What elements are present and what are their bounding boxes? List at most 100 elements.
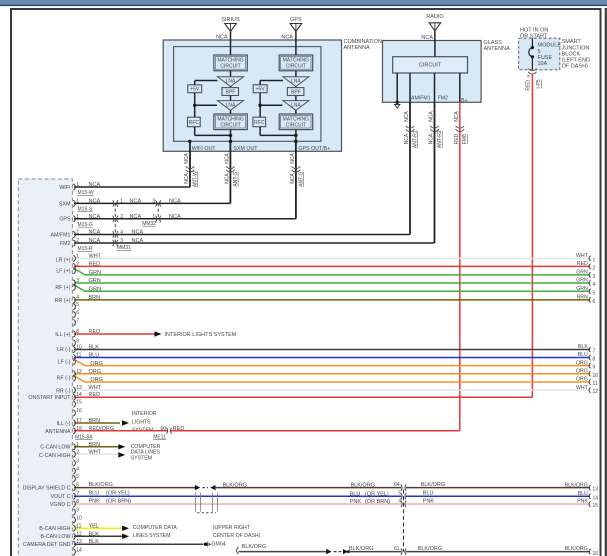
svg-text:NCA: NCA [225, 153, 231, 164]
svg-text:12: 12 [593, 389, 599, 395]
svg-text:FM2: FM2 [60, 241, 71, 247]
svg-text:10: 10 [593, 373, 599, 379]
svg-text:LNA: LNA [291, 102, 301, 108]
svg-text:GRN: GRN [89, 270, 101, 276]
svg-text:RR (+): RR (+) [55, 298, 71, 304]
svg-text:ANT-G: ANT-G [298, 171, 304, 186]
svg-text:BLU: BLU [350, 491, 361, 497]
svg-text:ORG: ORG [90, 361, 103, 367]
svg-text:M15-8A: M15-8A [75, 435, 93, 441]
svg-text:GRN: GRN [576, 278, 588, 284]
svg-text:NCA: NCA [132, 238, 144, 244]
svg-text:CIRCUIT: CIRCUIT [220, 64, 240, 70]
svg-text:1: 1 [76, 442, 79, 448]
svg-text:BLK/ORG: BLK/ORG [349, 546, 373, 552]
svg-text:+5V: +5V [190, 87, 200, 93]
svg-text:ONSTART INPUT: ONSTART INPUT [28, 395, 71, 401]
svg-text:VGND C: VGND C [50, 502, 71, 508]
svg-text:RR (-): RR (-) [56, 388, 71, 394]
svg-text:RED: RED [89, 261, 101, 267]
svg-text:5: 5 [76, 302, 79, 308]
svg-text:AM/FM1: AM/FM1 [411, 96, 431, 102]
svg-text:4: 4 [593, 282, 596, 288]
svg-text:5: 5 [538, 49, 541, 55]
svg-text:11: 11 [76, 523, 81, 529]
svg-text:13: 13 [76, 539, 82, 545]
svg-text:2: 2 [593, 266, 596, 272]
svg-text:LNA: LNA [226, 102, 236, 108]
svg-text:RFC: RFC [254, 120, 265, 126]
svg-text:NCA: NCA [169, 198, 181, 204]
svg-text:5: 5 [76, 474, 79, 480]
svg-text:ORG: ORG [576, 369, 588, 375]
svg-text:3: 3 [593, 274, 596, 280]
svg-text:WHT: WHT [576, 253, 589, 259]
svg-text:GPS: GPS [290, 17, 302, 23]
svg-text:NCA: NCA [290, 153, 296, 164]
svg-text:5: 5 [398, 491, 401, 497]
svg-text:LR (-): LR (-) [57, 347, 71, 353]
svg-text:9: 9 [593, 365, 596, 371]
svg-text:BLK: BLK [89, 539, 100, 545]
svg-text:WHT: WHT [89, 449, 102, 455]
svg-text:DISPLAY SHIELD C: DISPLAY SHIELD C [23, 486, 71, 492]
svg-text:M15-W: M15-W [78, 190, 94, 196]
svg-text:BLK/ORG: BLK/ORG [89, 482, 113, 488]
svg-text:7: 7 [593, 349, 596, 355]
svg-text:ME11: ME11 [153, 435, 166, 441]
svg-text:M15-S: M15-S [78, 207, 93, 213]
svg-text:PNK: PNK [89, 499, 101, 505]
svg-text:RF (-): RF (-) [57, 376, 71, 382]
svg-text:4: 4 [120, 230, 123, 236]
svg-text:NCA: NCA [404, 111, 410, 122]
svg-text:BLK/ORG: BLK/ORG [421, 482, 445, 488]
svg-text:AM/FM1: AM/FM1 [50, 232, 70, 238]
svg-text:BRN: BRN [577, 295, 588, 301]
svg-text:15: 15 [593, 503, 599, 509]
svg-text:WIFI: WIFI [59, 185, 70, 191]
svg-text:1: 1 [152, 214, 155, 220]
svg-text:LF (-): LF (-) [58, 360, 71, 366]
svg-text:2: 2 [120, 214, 123, 220]
svg-text:1: 1 [593, 258, 596, 264]
svg-text:17: 17 [76, 418, 82, 424]
svg-text:2: 2 [76, 449, 79, 455]
svg-text:(UPPER RIGHT: (UPPER RIGHT [213, 525, 251, 531]
svg-text:61: 61 [394, 546, 400, 552]
svg-text:GPS: GPS [59, 217, 71, 223]
svg-text:I-P5: I-P5 [536, 79, 542, 88]
svg-text:NCA: NCA [404, 133, 410, 144]
svg-text:(OR BRN): (OR BRN) [365, 499, 390, 505]
svg-text:4: 4 [76, 466, 79, 472]
svg-text:FM2: FM2 [438, 96, 448, 102]
svg-text:ORG: ORG [90, 377, 103, 383]
svg-text:NCA: NCA [454, 111, 460, 122]
svg-text:BLK: BLK [89, 345, 100, 351]
svg-text:NCA: NCA [429, 111, 435, 122]
svg-text:LF (+): LF (+) [56, 269, 71, 275]
svg-text:ANT-R2: ANT-R2 [437, 130, 443, 148]
svg-text:1: 1 [76, 253, 79, 259]
svg-text:NCA: NCA [184, 153, 190, 164]
svg-text:WHT: WHT [89, 385, 102, 391]
svg-text:12: 12 [76, 531, 82, 537]
svg-text:SXM: SXM [59, 201, 70, 207]
svg-text:3: 3 [76, 458, 79, 464]
svg-text:11: 11 [76, 353, 81, 359]
svg-text:2: 2 [76, 238, 79, 244]
svg-text:11: 11 [593, 381, 598, 387]
svg-text:COMPUTER DATA: COMPUTER DATA [133, 525, 178, 531]
svg-text:CAMERA DET GND: CAMERA DET GND [23, 542, 71, 548]
svg-text:GM04: GM04 [212, 542, 226, 548]
svg-text:1: 1 [76, 198, 79, 204]
svg-text:2: 2 [76, 261, 79, 267]
svg-text:(OR YEL): (OR YEL) [365, 491, 389, 497]
svg-text:RF (+): RF (+) [55, 285, 70, 291]
svg-text:12: 12 [76, 369, 82, 375]
svg-text:WHT: WHT [576, 385, 589, 391]
svg-text:GRN: GRN [576, 270, 588, 276]
svg-text:ILL (-): ILL (-) [57, 421, 71, 427]
svg-text:BLK/ORG: BLK/ORG [565, 546, 588, 552]
svg-text:INTERIOR LIGHTS SYSTEM: INTERIOR LIGHTS SYSTEM [165, 332, 237, 338]
svg-text:RADIO: RADIO [426, 14, 444, 20]
